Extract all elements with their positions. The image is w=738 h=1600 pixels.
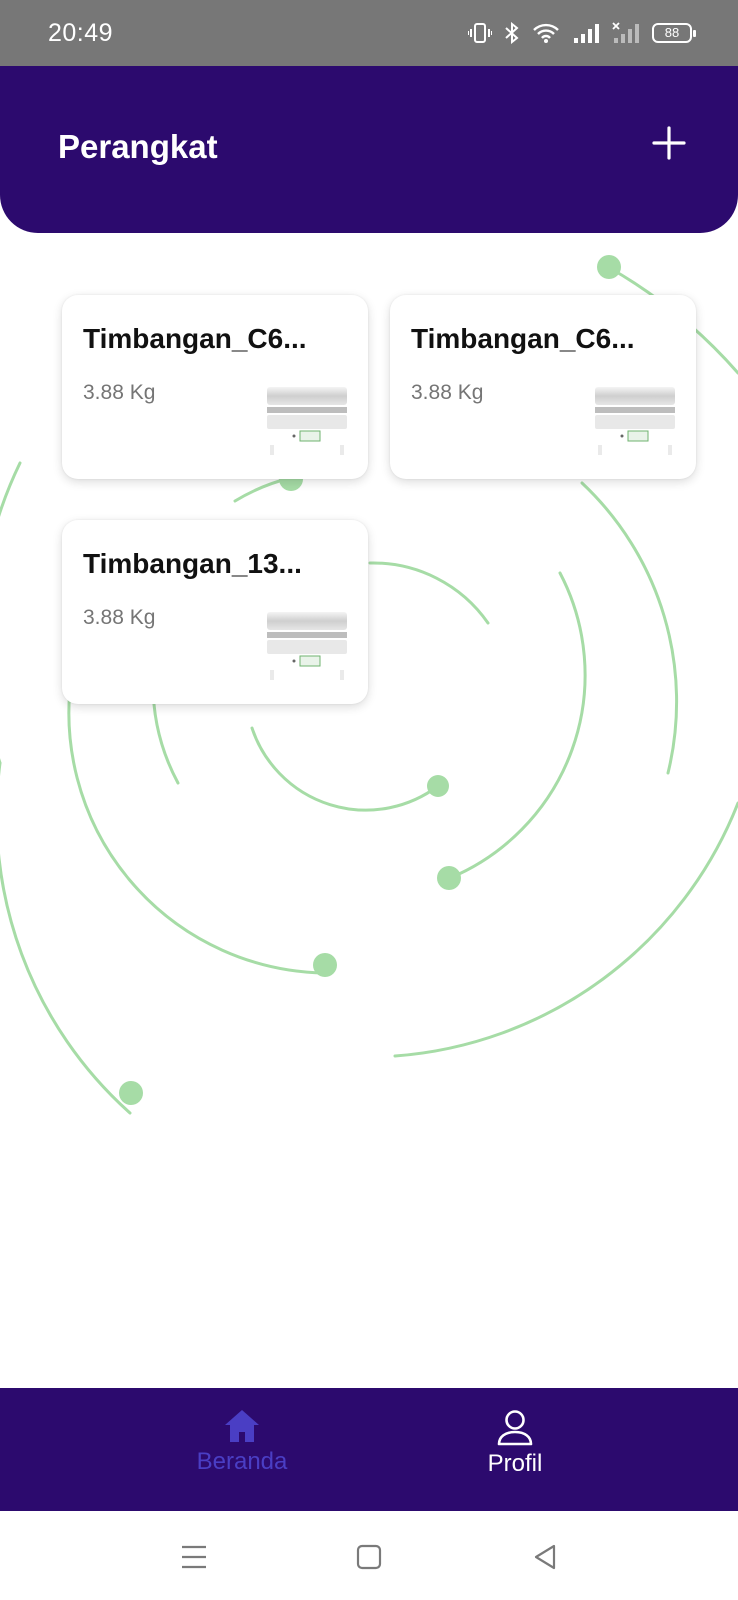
wifi-icon <box>533 23 559 43</box>
device-card[interactable]: Timbangan_C6... 3.88 Kg <box>390 295 696 479</box>
status-time: 20:49 <box>48 18 114 47</box>
system-navigation-bar <box>0 1511 738 1600</box>
device-name: Timbangan_13... <box>83 548 302 579</box>
battery-icon: 88 <box>652 23 696 43</box>
menu-icon[interactable] <box>176 1539 212 1575</box>
nav-label-beranda: Beranda <box>196 1448 288 1475</box>
nav-item-beranda[interactable]: Beranda <box>162 1408 322 1498</box>
back-triangle-icon[interactable] <box>527 1539 563 1575</box>
device-weight: 3.88 Kg <box>411 381 484 404</box>
device-name: Timbangan_C6... <box>83 323 307 354</box>
app-header: Perangkat <box>0 66 738 233</box>
home-square-icon[interactable] <box>351 1539 387 1575</box>
status-bar: 20:49 88 <box>0 0 738 66</box>
vibrate-icon <box>468 23 492 43</box>
status-icons: 88 <box>468 22 696 44</box>
scale-image <box>595 387 675 455</box>
nav-label-profil: Profil <box>487 1450 543 1477</box>
bluetooth-icon <box>505 22 519 44</box>
scale-image <box>267 387 347 455</box>
battery-level: 88 <box>664 25 680 40</box>
device-card[interactable]: Timbangan_13... 3.88 Kg <box>62 520 368 704</box>
bottom-navigation: Beranda Profil <box>0 1388 738 1511</box>
device-name: Timbangan_C6... <box>411 323 635 354</box>
scale-image <box>267 612 347 680</box>
signal-no-service-icon <box>612 22 639 43</box>
add-device-button[interactable] <box>644 118 694 168</box>
nav-item-profil[interactable]: Profil <box>435 1408 595 1498</box>
home-icon <box>225 1410 259 1442</box>
user-icon <box>497 1410 533 1446</box>
signal-icon <box>574 24 599 43</box>
device-weight: 3.88 Kg <box>83 381 156 404</box>
app-screen: 20:49 88 Perangkat Timbangan_C6... 3.88 … <box>0 0 738 1600</box>
device-card[interactable]: Timbangan_C6... 3.88 Kg <box>62 295 368 479</box>
page-title: Perangkat <box>58 128 218 165</box>
device-weight: 3.88 Kg <box>83 606 156 629</box>
plus-icon <box>652 126 686 160</box>
